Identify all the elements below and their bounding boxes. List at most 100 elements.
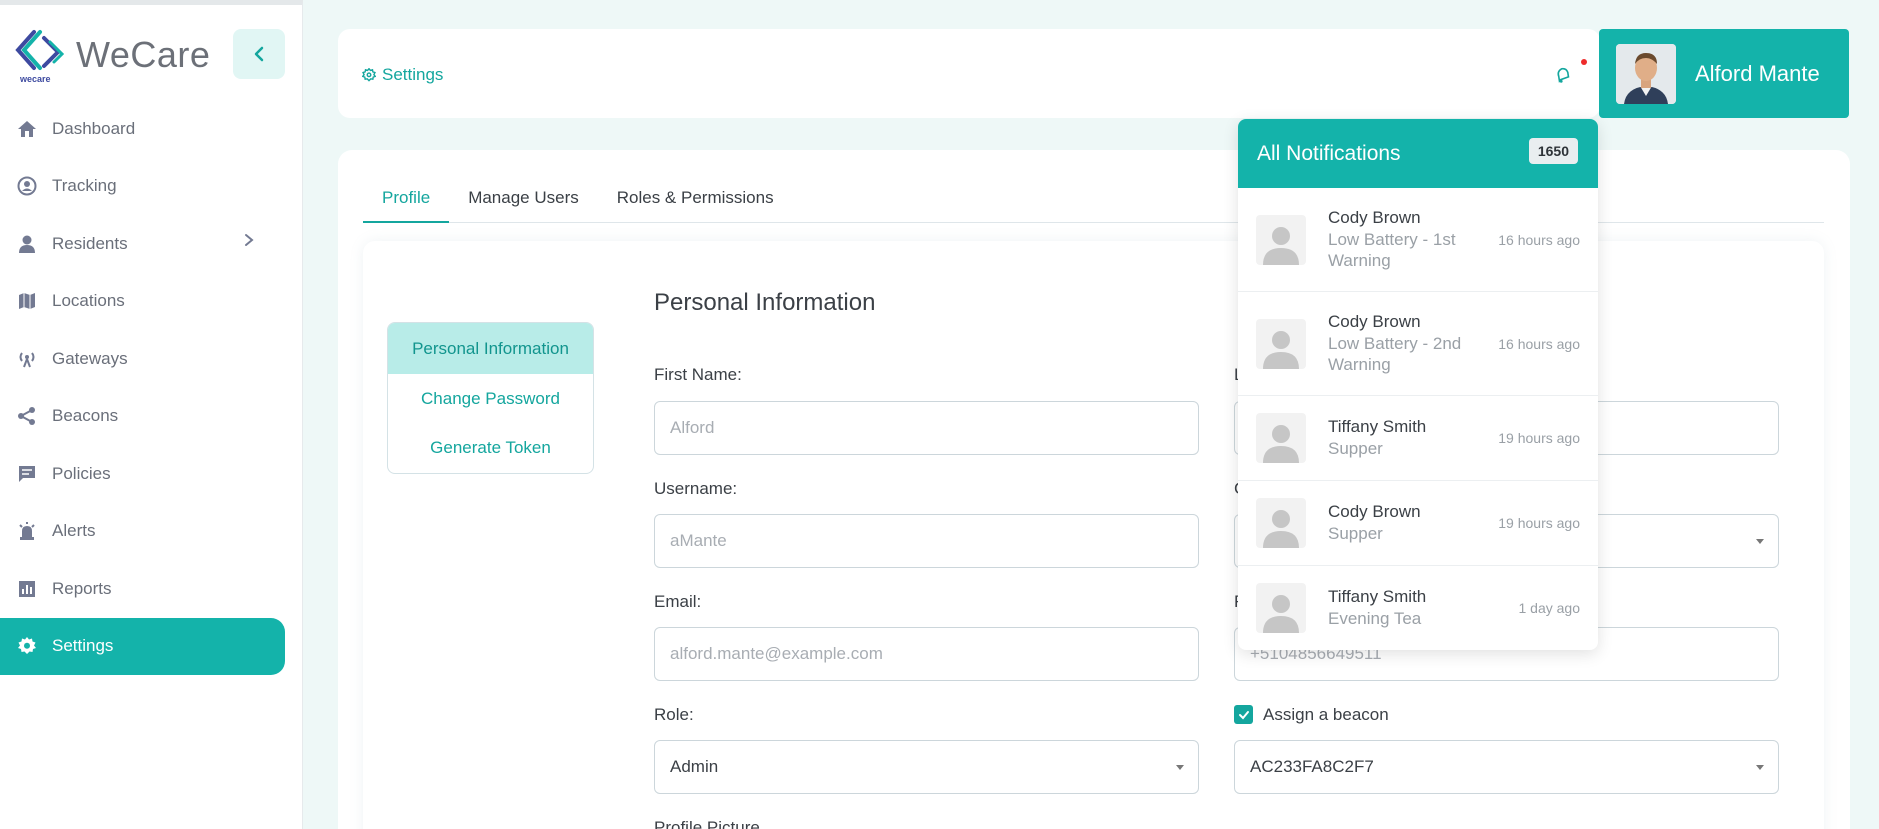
sidebar-item-reports[interactable]: Reports [0,560,285,618]
sidebar-item-gateways[interactable]: Gateways [0,330,285,388]
alarm-icon [16,520,38,542]
home-icon [16,118,38,140]
sidebar-item-label: Policies [52,463,111,483]
share-icon [16,405,38,427]
collapse-sidebar-button[interactable] [233,29,285,79]
location-pin-icon [16,175,38,197]
menu-change-password[interactable]: Change Password [388,374,593,423]
username-field[interactable]: aMante [654,514,1199,568]
notification-time: 19 hours ago [1498,430,1580,446]
notification-item[interactable]: Tiffany Smith Supper 19 hours ago [1238,396,1598,481]
notification-name: Cody Brown [1328,502,1421,521]
brand-name: WeCare [76,34,211,75]
beacon-value: AC233FA8C2F7 [1250,757,1374,776]
person-icon [16,233,38,255]
notification-name: Cody Brown [1328,312,1421,331]
sidebar-item-label: Gateways [52,348,128,368]
notification-item[interactable]: Cody Brown Low Battery - 1st Warning 16 … [1238,188,1598,292]
sidebar-nav: Dashboard Tracking Residents Locations G… [0,100,285,675]
profile-side-menu: Personal Information Change Password Gen… [387,322,594,474]
sidebar-item-label: Residents [52,233,128,253]
email-field[interactable]: alford.mante@example.com [654,627,1199,681]
profile-panel: Personal Information Change Password Gen… [363,241,1824,829]
sidebar-item-label: Alerts [52,521,96,541]
notification-time: 1 day ago [1518,600,1581,616]
first-name-label: First Name: [654,365,742,384]
antenna-icon [16,348,38,370]
user-placeholder-icon [1256,413,1306,463]
section-title: Personal Information [654,289,876,316]
notification-message: Supper [1328,524,1383,543]
user-name: Alford Mante [1695,60,1820,86]
notification-name: Tiffany Smith [1328,417,1427,436]
avatar [1616,43,1676,104]
notification-time: 16 hours ago [1498,231,1580,248]
notifications-dropdown: All Notifications 1650 Cody Brown Low Ba… [1238,119,1598,650]
notifications-title: All Notifications [1257,141,1401,165]
sidebar-item-beacons[interactable]: Beacons [0,388,285,446]
role-select[interactable]: Admin [654,740,1199,794]
user-placeholder-icon [1256,318,1306,369]
user-placeholder-icon [1256,583,1306,633]
user-placeholder-icon [1256,498,1306,548]
notification-bell-icon[interactable] [1554,66,1572,89]
notification-message: Supper [1328,439,1383,458]
brand-sub: wecare [20,74,51,84]
notification-message: Low Battery - 2nd Warning [1328,334,1462,374]
sidebar-item-label: Dashboard [52,118,136,138]
notification-message: Evening Tea [1328,609,1422,628]
chevron-down-icon [1756,765,1764,770]
tab-profile[interactable]: Profile [363,185,450,223]
checkmark-icon [1238,710,1249,719]
main-content: Profile Manage Users Roles & Permissions… [338,150,1850,829]
sidebar-item-dashboard[interactable]: Dashboard [0,100,285,158]
user-menu[interactable]: Alford Mante [1599,29,1849,118]
assign-beacon-checkbox[interactable] [1234,705,1253,724]
sidebar-item-residents[interactable]: Residents [0,215,285,273]
map-icon [16,290,38,312]
tab-roles-permissions[interactable]: Roles & Permissions [598,185,793,223]
sidebar-item-locations[interactable]: Locations [0,273,285,331]
wecare-logo-icon: wecare [14,28,68,84]
notifications-count-badge: 1650 [1528,138,1578,164]
sidebar-item-alerts[interactable]: Alerts [0,503,285,561]
sidebar-item-tracking[interactable]: Tracking [0,158,285,216]
tab-manage-users[interactable]: Manage Users [449,185,598,223]
brand-logo[interactable]: wecare WeCare [14,25,210,85]
menu-generate-token[interactable]: Generate Token [388,423,593,472]
notification-item[interactable]: Cody Brown Low Battery - 2nd Warning 16 … [1238,292,1598,396]
sidebar-item-label: Reports [52,578,112,598]
first-name-field[interactable]: Alford [654,401,1199,455]
notification-time: 16 hours ago [1498,335,1580,352]
notification-item[interactable]: Cody Brown Supper 19 hours ago [1238,481,1598,566]
breadcrumb[interactable]: Settings [362,65,443,85]
sidebar-item-label: Settings [52,636,114,656]
menu-personal-information[interactable]: Personal Information [388,323,593,374]
top-bar: Settings [338,29,1600,118]
notifications-header: All Notifications 1650 [1238,119,1598,188]
beacon-select[interactable]: AC233FA8C2F7 [1234,740,1779,794]
gear-icon [16,635,38,657]
sidebar-item-label: Locations [52,291,125,311]
assign-beacon-label: Assign a beacon [1263,705,1389,724]
sidebar: wecare WeCare Dashboard Tracking Residen… [0,0,303,829]
role-value: Admin [670,757,719,776]
sidebar-item-label: Tracking [52,176,117,196]
bar-chart-icon [16,578,38,600]
chevron-left-icon [254,46,264,62]
sidebar-item-policies[interactable]: Policies [0,445,285,503]
notification-time: 19 hours ago [1498,515,1580,531]
gear-icon [362,68,376,82]
profile-picture-label: Profile Picture [654,818,760,829]
notification-name: Tiffany Smith [1328,587,1427,606]
chevron-down-icon [1756,539,1764,544]
notification-name: Cody Brown [1328,208,1421,227]
sidebar-item-settings[interactable]: Settings [0,617,285,675]
notification-item[interactable]: Tiffany Smith Evening Tea 1 day ago [1238,566,1598,650]
unread-indicator-dot [1581,59,1587,65]
user-placeholder-icon [1256,214,1306,265]
username-label: Username: [654,479,738,498]
sidebar-item-label: Beacons [52,406,119,426]
chevron-down-icon [1176,765,1184,770]
chevron-right-icon[interactable] [243,233,255,247]
